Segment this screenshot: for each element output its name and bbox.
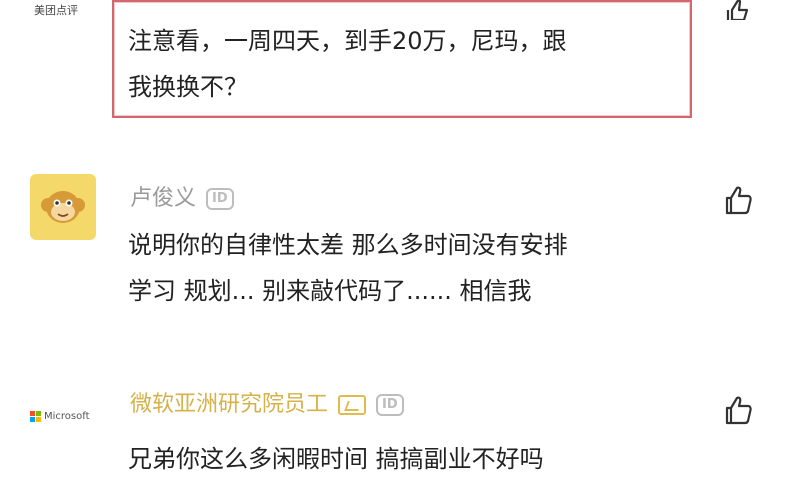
id-badge: ID xyxy=(376,394,404,416)
thumbs-up-icon[interactable] xyxy=(722,394,754,426)
comment-line-1: 兄弟你这么多闲暇时间 搞搞副业不好吗 xyxy=(128,445,544,473)
microsoft-logo-icon[interactable]: Microsoft xyxy=(30,408,100,424)
source-logo: 美团点评 xyxy=(34,4,78,17)
username-text[interactable]: 卢俊义 xyxy=(130,186,196,211)
comment-thread: 美团点评 注意看，一周四天，到手20万，尼玛，跟 我换换不？ 卢俊义 ID 说明… xyxy=(0,0,800,500)
comment-line-1: 说明你的自律性太差 那么多时间没有安排 xyxy=(128,231,568,259)
id-badge: ID xyxy=(206,188,234,210)
username[interactable]: 微软亚洲研究院员工 ID xyxy=(130,386,404,418)
verified-badge-icon xyxy=(338,395,367,415)
username-text[interactable]: 微软亚洲研究院员工 xyxy=(130,392,328,417)
thumbs-up-icon[interactable] xyxy=(722,0,752,20)
highlighted-comment-line-1: 注意看，一周四天，到手20万，尼玛，跟 xyxy=(128,27,567,55)
comment-item: 卢俊义 ID 说明你的自律性太差 那么多时间没有安排 学习 规划... 别来敲代码… xyxy=(0,170,800,340)
avatar-brand-text: Microsoft xyxy=(44,410,90,422)
microsoft-squares-icon xyxy=(30,410,41,422)
thumbs-up-icon[interactable] xyxy=(722,184,754,216)
comment-text: 兄弟你这么多闲暇时间 搞搞副业不好吗 xyxy=(128,436,708,482)
comment-line-2: 学习 规划... 别来敲代码了...... 相信我 xyxy=(128,277,532,305)
comment-text: 说明你的自律性太差 那么多时间没有安排 学习 规划... 别来敲代码了.....… xyxy=(128,222,708,314)
highlighted-comment-text: 注意看，一周四天，到手20万，尼玛，跟 我换换不？ xyxy=(128,18,688,110)
comment-item: Microsoft 微软亚洲研究院员工 ID 兄弟你这么多闲暇时间 搞搞副业不好吗 xyxy=(0,380,800,500)
monkey-avatar-icon[interactable] xyxy=(30,174,96,240)
highlighted-comment-line-2: 我换换不？ xyxy=(128,73,248,101)
username[interactable]: 卢俊义 ID xyxy=(130,180,234,212)
